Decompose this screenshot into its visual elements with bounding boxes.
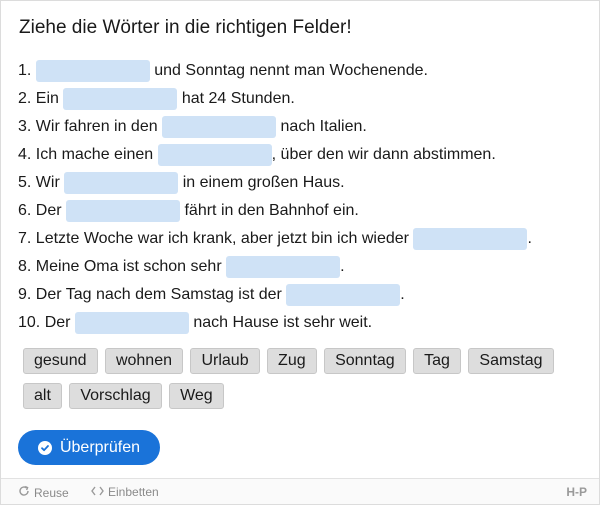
sentence-text-after: nach Italien. <box>280 118 367 135</box>
sentence-text-after: und Sonntag nennt man Wochenende. <box>154 62 428 79</box>
code-icon <box>91 485 104 499</box>
task-title: Ziehe die Wörter in die richtigen Felder… <box>19 17 352 38</box>
draggable-word[interactable]: wohnen <box>104 348 183 374</box>
sentence-text-before: 2. Ein <box>18 90 59 107</box>
reuse-link[interactable]: Reuse <box>18 485 69 500</box>
sentence-text-after: , über den wir dann abstimmen. <box>271 146 496 163</box>
drop-zone-4[interactable] <box>157 144 272 166</box>
sentence-text-before: 8. Meine Oma ist schon sehr <box>18 258 222 275</box>
sentence-row: 9. Der Tag nach dem Samstag ist der . <box>18 281 532 309</box>
check-button[interactable]: Überprüfen <box>18 430 160 465</box>
footer-bar: Reuse Einbetten H-P <box>1 478 599 504</box>
sentence-text-after: . <box>340 258 345 275</box>
check-button-label: Überprüfen <box>59 438 141 456</box>
sentence-row: 1. und Sonntag nennt man Wochenende. <box>18 57 532 85</box>
drop-zone-6[interactable] <box>66 200 181 222</box>
sentence-row: 10. Der nach Hause ist sehr weit. <box>18 309 532 337</box>
draggable-word[interactable]: alt <box>23 383 62 409</box>
sentence-text-before: 6. Der <box>18 202 62 219</box>
drop-zone-9[interactable] <box>286 284 401 306</box>
embed-label: Einbetten <box>108 485 159 499</box>
embed-link[interactable]: Einbetten <box>91 485 159 499</box>
sentence-text-after: . <box>527 230 532 247</box>
draggable-word[interactable]: gesund <box>23 348 98 374</box>
sentence-row: 2. Ein hat 24 Stunden. <box>18 85 532 113</box>
drop-zone-1[interactable] <box>35 60 150 82</box>
sentence-text-after: . <box>400 286 405 303</box>
sentence-text-before: 1. <box>18 62 32 79</box>
draggable-word[interactable]: Vorschlag <box>69 383 162 409</box>
sentence-text-before: 3. Wir fahren in den <box>18 118 158 135</box>
draggable-word[interactable]: Sonntag <box>324 348 406 374</box>
drop-zone-3[interactable] <box>162 116 277 138</box>
reuse-icon <box>18 485 30 500</box>
reuse-label: Reuse <box>34 485 69 500</box>
sentence-text-after: nach Hause ist sehr weit. <box>193 314 373 331</box>
sentence-row: 8. Meine Oma ist schon sehr . <box>18 253 532 281</box>
sentence-text-after: in einem großen Haus. <box>182 174 345 191</box>
sentence-row: 3. Wir fahren in den nach Italien. <box>18 113 532 141</box>
draggable-word[interactable]: Tag <box>413 348 461 374</box>
word-bank: gesund wohnen Urlaub Zug Sonntag Tag Sam… <box>23 348 583 418</box>
sentence-text-before: 10. Der <box>18 314 71 331</box>
draggable-word[interactable]: Urlaub <box>190 348 260 374</box>
sentence-row: 6. Der fährt in den Bahnhof ein. <box>18 197 532 225</box>
drop-zone-10[interactable] <box>74 312 189 334</box>
sentence-list: 1. und Sonntag nennt man Wochenende. 2. … <box>18 57 532 337</box>
sentence-text-after: fährt in den Bahnhof ein. <box>184 202 359 219</box>
drop-zone-7[interactable] <box>413 228 528 250</box>
sentence-text-before: 4. Ich mache einen <box>18 146 154 163</box>
sentence-row: 4. Ich mache einen , über den wir dann a… <box>18 141 532 169</box>
sentence-text-before: 5. Wir <box>18 174 60 191</box>
drop-zone-5[interactable] <box>64 172 179 194</box>
sentence-text-before: 7. Letzte Woche war ich krank, aber jetz… <box>18 230 409 247</box>
drop-zone-2[interactable] <box>63 88 178 110</box>
sentence-text-before: 9. Der Tag nach dem Samstag ist der <box>18 286 282 303</box>
h5p-container: Ziehe die Wörter in die richtigen Felder… <box>0 0 600 505</box>
sentence-row: 7. Letzte Woche war ich krank, aber jetz… <box>18 225 532 253</box>
drop-zone-8[interactable] <box>226 256 341 278</box>
draggable-word[interactable]: Weg <box>169 383 224 409</box>
draggable-word[interactable]: Samstag <box>468 348 554 374</box>
draggable-word[interactable]: Zug <box>267 348 317 374</box>
check-circle-icon <box>37 440 52 455</box>
sentence-row: 5. Wir in einem großen Haus. <box>18 169 532 197</box>
h5p-logo[interactable]: H-P <box>566 485 587 499</box>
sentence-text-after: hat 24 Stunden. <box>181 90 295 107</box>
